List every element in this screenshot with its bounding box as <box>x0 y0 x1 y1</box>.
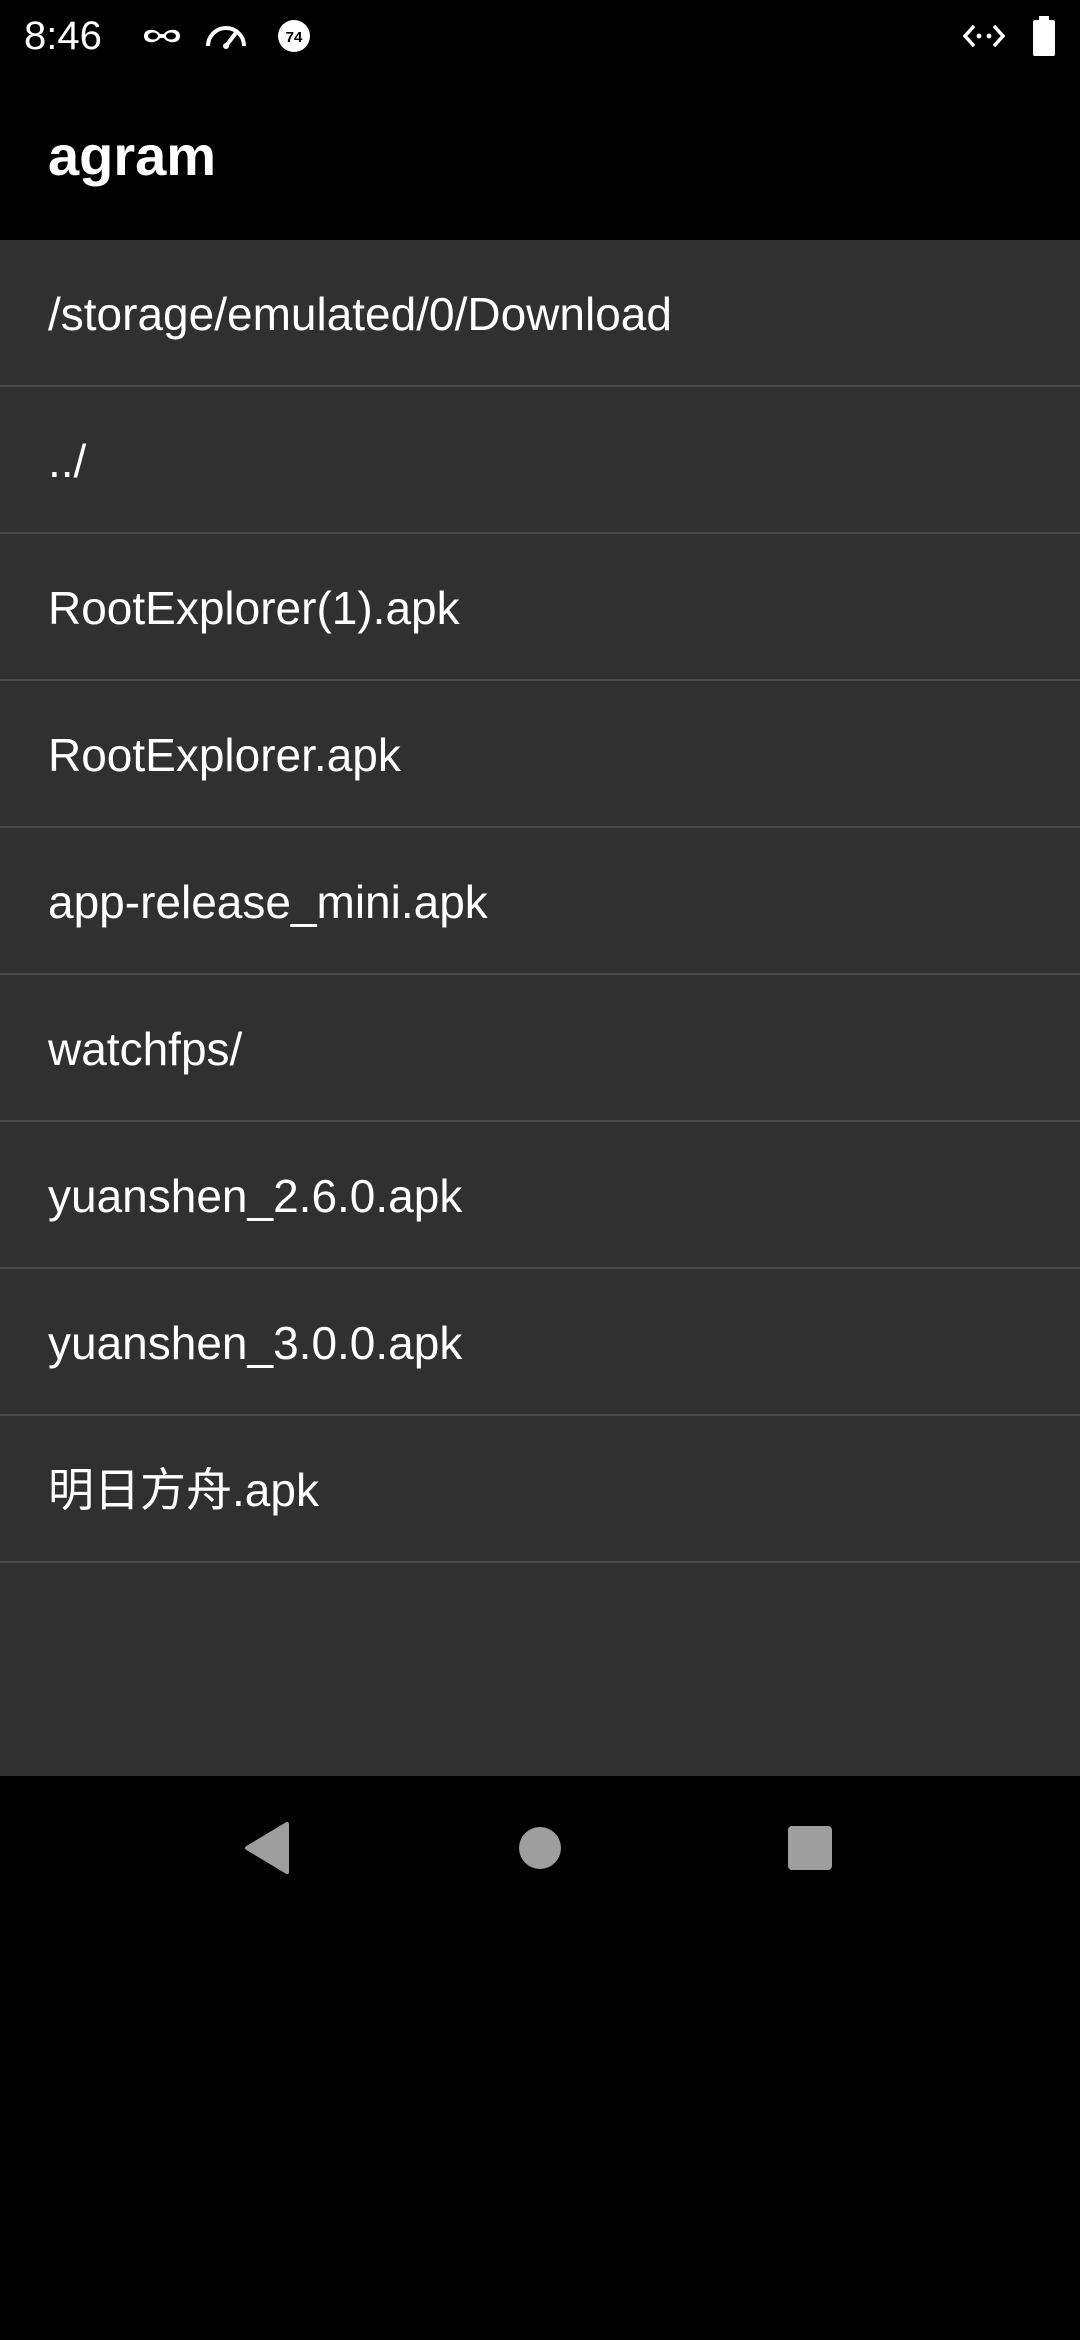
list-item-file[interactable]: 明日方舟.apk <box>0 1416 1080 1563</box>
list-item-file[interactable]: yuanshen_3.0.0.apk <box>0 1269 1080 1416</box>
list-item-label: RootExplorer.apk <box>48 729 401 781</box>
back-icon <box>245 1822 289 1874</box>
list-item-label: 明日方舟.apk <box>48 1464 319 1516</box>
back-button[interactable] <box>218 1798 318 1898</box>
status-bar: 8:46 74 <box>0 0 1080 72</box>
app-title: agram <box>48 124 217 187</box>
recents-button[interactable] <box>760 1798 860 1898</box>
file-list: /storage/emulated/0/Download ../ RootExp… <box>0 240 1080 1776</box>
list-item-folder[interactable]: watchfps/ <box>0 975 1080 1122</box>
home-icon <box>519 1827 561 1869</box>
speedometer-icon <box>206 26 246 49</box>
list-item-label: /storage/emulated/0/Download <box>48 288 672 340</box>
list-item-parent-directory[interactable]: ../ <box>0 387 1080 534</box>
navigation-bar <box>0 1776 1080 1920</box>
incognito-icon <box>144 29 180 43</box>
list-item-label: watchfps/ <box>48 1023 243 1075</box>
list-item-current-path[interactable]: /storage/emulated/0/Download <box>0 240 1080 387</box>
list-item-file[interactable]: RootExplorer(1).apk <box>0 534 1080 681</box>
list-item-file[interactable]: app-release_mini.apk <box>0 828 1080 975</box>
recents-icon <box>788 1826 832 1870</box>
home-button[interactable] <box>490 1798 590 1898</box>
list-item-label: yuanshen_3.0.0.apk <box>48 1317 463 1369</box>
list-item-file[interactable]: RootExplorer.apk <box>0 681 1080 828</box>
list-item-label: ../ <box>48 435 87 487</box>
battery-icon <box>1033 16 1055 56</box>
code-arrows-icon <box>962 24 1006 48</box>
badge-74-icon: 74 <box>278 20 310 52</box>
list-item-label: RootExplorer(1).apk <box>48 582 460 634</box>
list-item-label: app-release_mini.apk <box>48 876 488 928</box>
status-time: 8:46 <box>24 14 102 58</box>
list-item-file[interactable]: yuanshen_2.6.0.apk <box>0 1122 1080 1269</box>
app-bar: agram <box>0 72 1080 240</box>
list-item-label: yuanshen_2.6.0.apk <box>48 1170 463 1222</box>
badge-text: 74 <box>286 29 303 46</box>
